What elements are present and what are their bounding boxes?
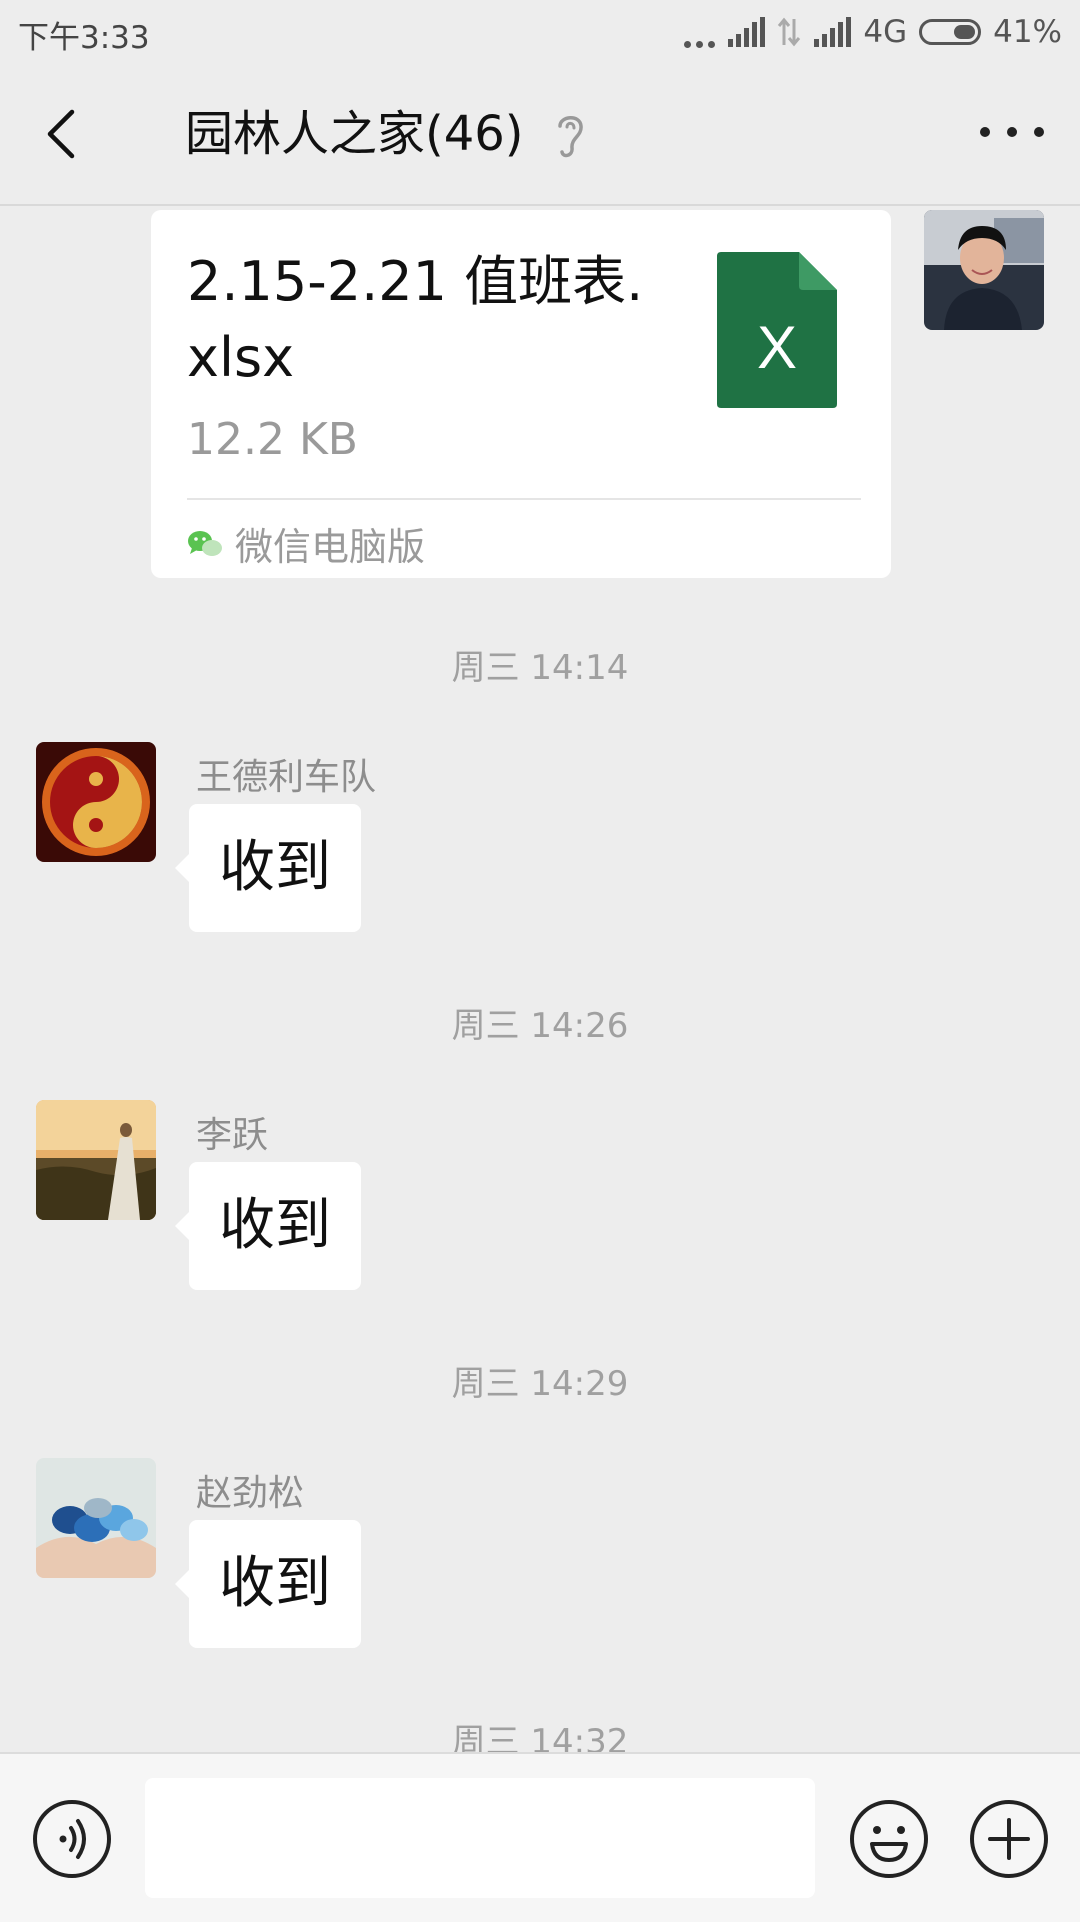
chat-title: 园林人之家(46) — [185, 106, 524, 162]
more-options-button[interactable] — [980, 112, 1044, 152]
avatar-sender[interactable] — [36, 1458, 156, 1578]
message-timestamp: 周三 14:32 — [451, 1722, 629, 1752]
file-message-card[interactable]: 2.15-2.21 值班表.xlsx 12.2 KB X 微信电脑版 — [151, 210, 891, 578]
network-type: 4G — [863, 14, 908, 50]
status-time: 下午3:33 — [18, 20, 150, 56]
file-card-divider — [187, 498, 861, 500]
excel-file-icon: X — [717, 252, 837, 408]
message-bubble[interactable]: 收到 — [175, 1162, 361, 1290]
avatar-self[interactable] — [924, 210, 1044, 330]
file-source: 微信电脑版 — [187, 516, 425, 571]
sender-name: 王德利车队 — [196, 757, 377, 798]
avatar-sender[interactable] — [36, 1100, 156, 1220]
ear-mode-icon — [558, 116, 583, 158]
battery-icon — [919, 19, 982, 45]
message-timestamp: 周三 14:26 — [451, 1006, 629, 1046]
sender-name: 李跃 — [196, 1115, 269, 1156]
plus-circle-icon — [970, 1800, 1048, 1878]
file-size: 12.2 KB — [187, 414, 358, 465]
notification-dots-icon — [684, 16, 716, 48]
file-source-label: 微信电脑版 — [235, 525, 426, 569]
voice-input-button[interactable] — [31, 1798, 113, 1880]
emoji-icon — [850, 1800, 928, 1878]
sender-name: 赵劲松 — [196, 1473, 305, 1514]
chat-header: 园林人之家(46) — [0, 64, 1080, 206]
signal-strength-2-icon — [814, 17, 852, 47]
voice-icon — [33, 1800, 111, 1878]
message-input-bar — [0, 1752, 1080, 1922]
message-timestamp: 周三 14:29 — [451, 1364, 629, 1404]
message-bubble[interactable]: 收到 — [175, 1520, 361, 1648]
avatar-yinyang-image — [36, 742, 156, 862]
back-button[interactable] — [30, 98, 90, 170]
message-timestamp: 周三 14:14 — [451, 648, 629, 688]
status-indicators: 4G 41% — [684, 10, 1062, 54]
message-text-input[interactable] — [145, 1778, 815, 1898]
signal-strength-icon — [728, 17, 766, 47]
battery-percent: 41% — [993, 14, 1062, 50]
status-bar: 下午3:33 4G 41% — [0, 0, 1080, 64]
emoji-button[interactable] — [848, 1798, 930, 1880]
avatar-hearts-image — [36, 1458, 156, 1578]
chat-message-list[interactable]: 2.15-2.21 值班表.xlsx 12.2 KB X 微信电脑版 周三 14… — [0, 206, 1080, 1752]
avatar-self-image — [924, 210, 1044, 330]
avatar-sunset-image — [36, 1100, 156, 1220]
battery-fill — [954, 25, 976, 39]
excel-icon-letter: X — [757, 314, 797, 381]
more-functions-button[interactable] — [968, 1798, 1050, 1880]
message-bubble[interactable]: 收到 — [175, 804, 361, 932]
file-name: 2.15-2.21 值班表.xlsx — [187, 250, 644, 389]
wechat-icon — [188, 530, 222, 556]
data-transfer-icon — [778, 17, 801, 47]
chevron-left-icon — [47, 109, 75, 159]
avatar-sender[interactable] — [36, 742, 156, 862]
